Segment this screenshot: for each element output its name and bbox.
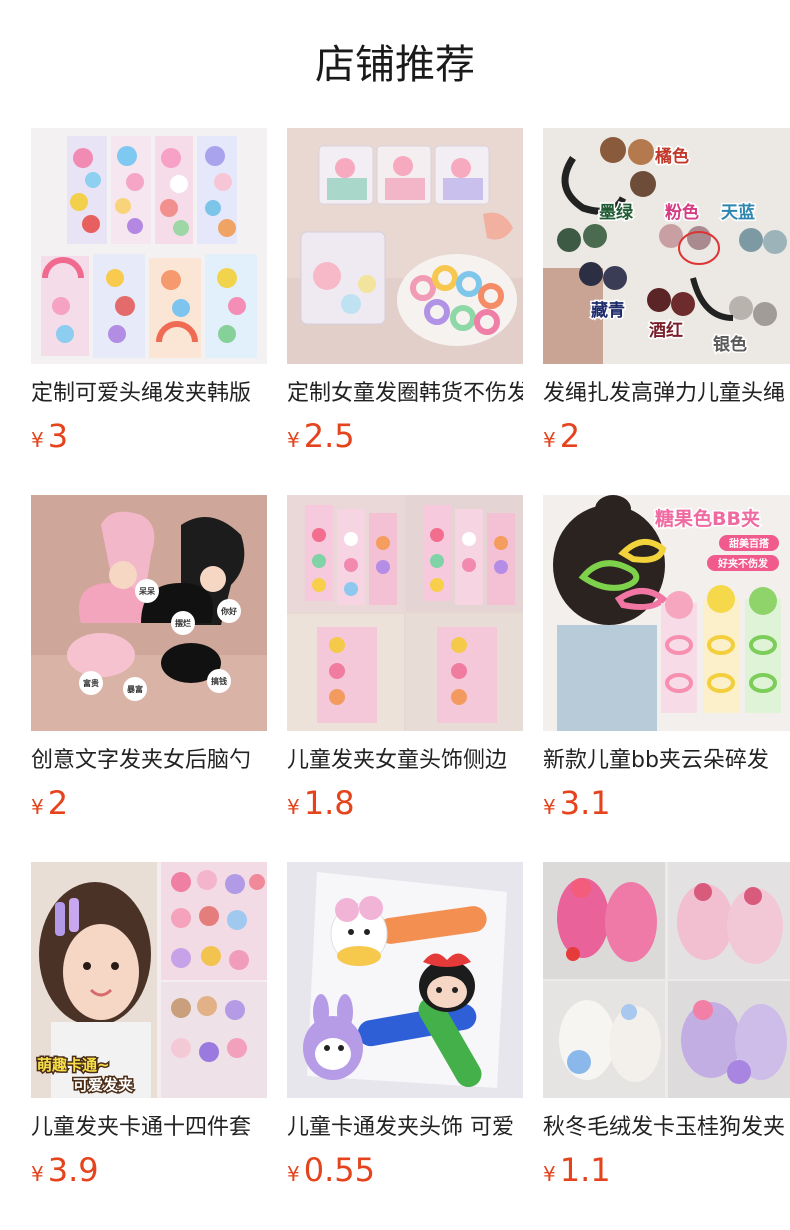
currency-symbol: ¥ — [287, 795, 300, 819]
product-image[interactable] — [287, 128, 523, 364]
product-image[interactable]: 糖果色BB夹 甜美百搭 好夹不伤发 — [543, 495, 790, 731]
product-image[interactable] — [31, 128, 267, 364]
product-image[interactable]: 呆呆 你好 摆烂 富贵 暴富 搞钱 — [31, 495, 267, 731]
product-price: ¥0.55 — [287, 1150, 375, 1190]
price-value: 1.1 — [559, 1151, 611, 1189]
currency-symbol: ¥ — [287, 428, 300, 452]
product-name[interactable]: 儿童卡通发夹头饰 可爱 — [287, 1112, 523, 1144]
product-price: ¥1.8 — [287, 783, 355, 823]
product-image[interactable]: 橘色 墨绿 粉色 天蓝 藏青 酒红 银色 — [543, 128, 790, 364]
currency-symbol: ¥ — [543, 795, 556, 819]
price-value: 2 — [559, 417, 581, 455]
product-price: ¥1.1 — [543, 1150, 611, 1190]
image-label: 甜美百搭 — [729, 537, 770, 550]
page-title: 店铺推荐 — [315, 42, 475, 88]
image-label: 摆烂 — [175, 618, 191, 628]
price-value: 2 — [47, 784, 69, 822]
product-image[interactable] — [287, 495, 523, 731]
product-name[interactable]: 发绳扎发高弹力儿童头绳 — [543, 378, 790, 410]
currency-symbol: ¥ — [31, 428, 44, 452]
product-price: ¥3.9 — [31, 1150, 99, 1190]
product-name[interactable]: 定制女童发圈韩货不伤发 — [287, 378, 523, 410]
product-price: ¥3.1 — [543, 783, 611, 823]
product-price: ¥2 — [543, 416, 580, 456]
image-label: 你好 — [220, 606, 237, 616]
product-name[interactable]: 秋冬毛绒发卡玉桂狗发夹 — [543, 1112, 790, 1144]
image-caption: 萌趣卡通~ — [37, 1056, 110, 1074]
price-value: 3 — [47, 417, 69, 455]
currency-symbol: ¥ — [543, 1162, 556, 1186]
price-value: 0.55 — [303, 1151, 375, 1189]
product-name[interactable]: 儿童发夹女童头饰侧边 — [287, 745, 523, 777]
currency-symbol: ¥ — [543, 428, 556, 452]
product-price: ¥2.5 — [287, 416, 355, 456]
product-image[interactable] — [287, 862, 523, 1098]
product-name[interactable]: 新款儿童bb夹云朵碎发 — [543, 745, 790, 777]
product-image[interactable] — [543, 862, 790, 1098]
image-label: 藏青 — [591, 300, 625, 321]
image-label: 天蓝 — [721, 203, 755, 223]
product-name[interactable]: 儿童发夹卡通十四件套 — [31, 1112, 267, 1144]
price-value: 3.1 — [559, 784, 611, 822]
product-grid: 定制可爱头绳发夹韩版 ¥3 定制女童发圈韩货不伤发 ¥ 2.5 橘色 墨绿 粉色… — [31, 128, 790, 1230]
image-label: 银色 — [713, 334, 747, 355]
product-name[interactable]: 定制可爱头绳发夹韩版 — [31, 378, 267, 410]
product-price: ¥2 — [31, 783, 68, 823]
image-label: 富贵 — [83, 678, 99, 688]
image-banner: 糖果色BB夹 — [655, 507, 760, 530]
image-label: 好夹不伤发 — [717, 557, 769, 570]
currency-symbol: ¥ — [287, 1162, 300, 1186]
price-value: 2.5 — [303, 417, 355, 455]
image-label: 暴富 — [126, 684, 143, 694]
image-caption: 可爱发夹 — [73, 1076, 133, 1094]
image-label: 墨绿 — [599, 202, 634, 223]
currency-symbol: ¥ — [31, 795, 44, 819]
currency-symbol: ¥ — [31, 1162, 44, 1186]
image-label: 橘色 — [654, 146, 689, 167]
image-label: 搞钱 — [211, 676, 227, 686]
product-name[interactable]: 创意文字发夹女后脑勺 — [31, 745, 267, 777]
image-label: 酒红 — [649, 320, 683, 341]
product-image[interactable]: 萌趣卡通~ 可爱发夹 — [31, 862, 267, 1098]
price-value: 1.8 — [303, 784, 355, 822]
image-label: 粉色 — [665, 202, 699, 223]
price-value: 3.9 — [47, 1151, 99, 1189]
image-label: 呆呆 — [138, 587, 156, 596]
product-price: ¥3 — [31, 416, 68, 456]
